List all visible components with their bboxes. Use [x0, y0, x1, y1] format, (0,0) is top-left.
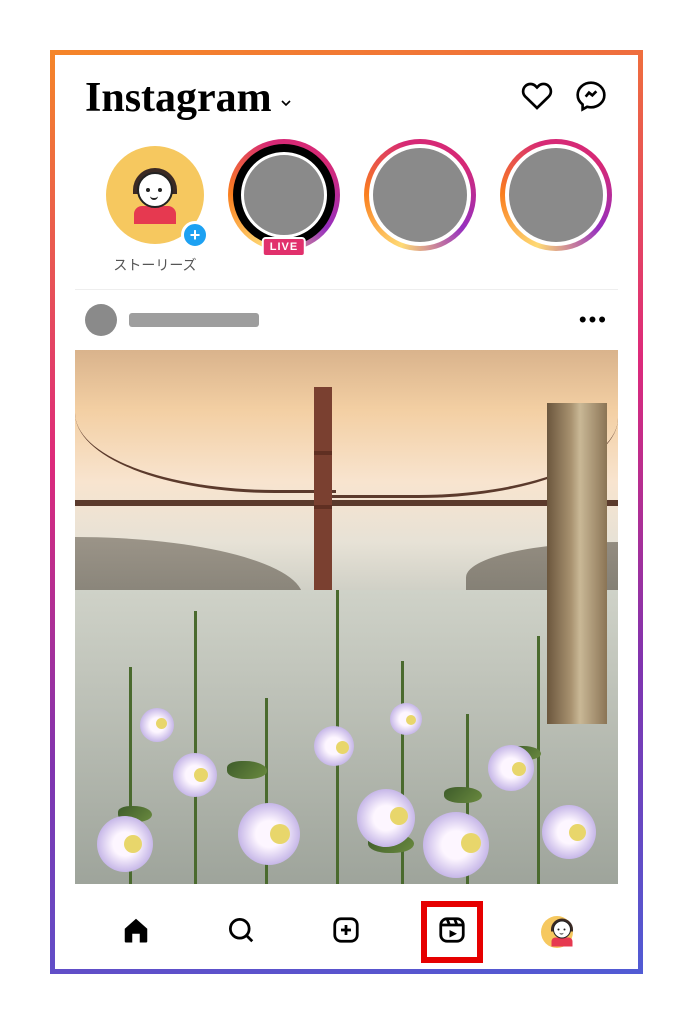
- post-author-name-placeholder[interactable]: [129, 313, 259, 327]
- story-item-live[interactable]: LIVE: [225, 139, 343, 251]
- flowers-foreground: [75, 574, 618, 884]
- profile-avatar-mini: [541, 916, 573, 948]
- story-item[interactable]: [497, 139, 615, 251]
- nav-create[interactable]: [323, 909, 369, 955]
- live-badge: LIVE: [262, 237, 306, 257]
- story-item[interactable]: [361, 139, 479, 251]
- heart-icon: [521, 80, 553, 117]
- search-icon: [226, 915, 256, 950]
- nav-profile[interactable]: [534, 909, 580, 955]
- post-author-avatar[interactable]: [85, 304, 117, 336]
- chevron-down-icon: [278, 95, 294, 116]
- logo-text: Instagram: [85, 77, 272, 119]
- plus-square-icon: [331, 915, 361, 950]
- home-icon: [121, 915, 151, 950]
- messages-button[interactable]: [574, 81, 608, 115]
- post-image[interactable]: [75, 350, 618, 884]
- nav-home[interactable]: [113, 909, 159, 955]
- post-more-button[interactable]: •••: [579, 307, 608, 333]
- nav-reels[interactable]: [429, 909, 475, 955]
- bottom-nav: [55, 895, 638, 969]
- stories-tray[interactable]: + ストーリーズ LIVE: [75, 125, 618, 290]
- nav-search[interactable]: [218, 909, 264, 955]
- messenger-icon: [575, 80, 607, 117]
- your-story-label: ストーリーズ: [113, 255, 196, 275]
- post-header: •••: [55, 290, 638, 344]
- app-header: Instagram: [55, 55, 638, 125]
- app-frame: Instagram: [50, 50, 643, 974]
- plus-icon: +: [181, 221, 209, 249]
- activity-button[interactable]: [520, 81, 554, 115]
- reels-icon: [437, 915, 467, 950]
- your-story[interactable]: + ストーリーズ: [103, 139, 207, 275]
- logo-wordmark[interactable]: Instagram: [85, 77, 294, 119]
